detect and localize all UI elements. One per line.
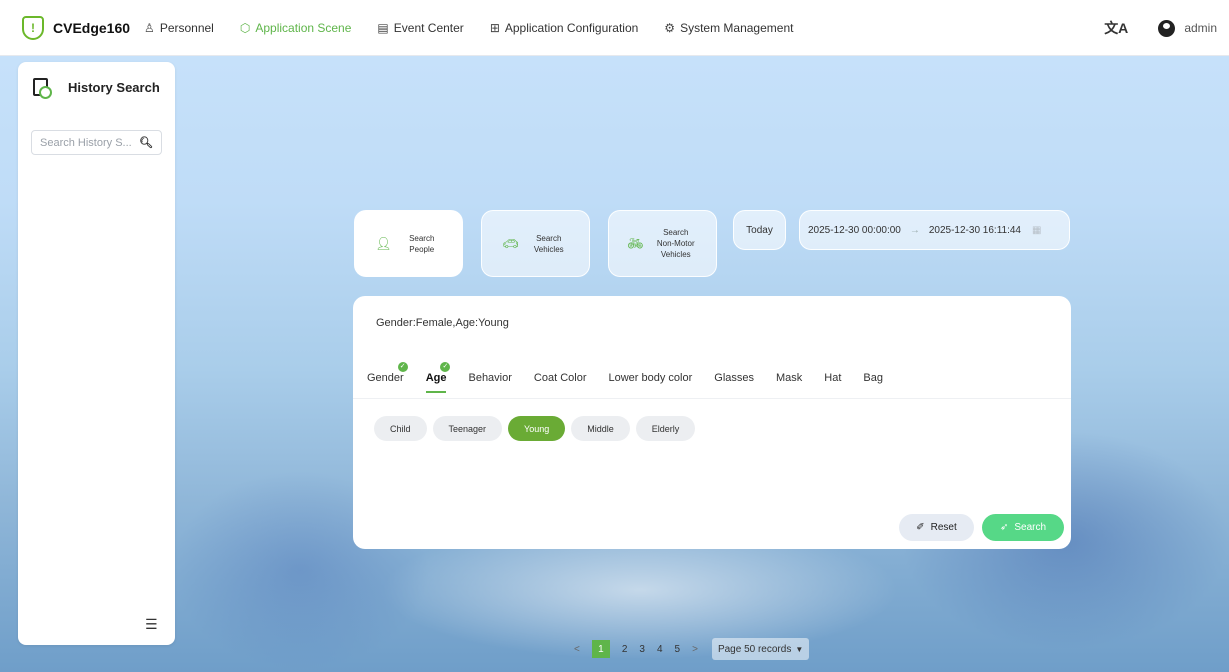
tab-age[interactable]: Age ✓ [425, 362, 451, 393]
divider [353, 398, 1071, 399]
page-size-label: Page 50 records [717, 643, 792, 655]
nav-application-scene[interactable]: ⬡ Application Scene [240, 21, 352, 35]
tab-label: Age [425, 372, 447, 384]
age-options: Child Teenager Young Middle Elderly [374, 416, 701, 441]
main-nav: ♙ Personnel ⬡ Application Scene ▤ Event … [144, 21, 819, 35]
nav-label: System Management [680, 20, 794, 35]
tab-label: Bag [863, 372, 883, 384]
history-search-box: 🔍︎ [31, 130, 162, 155]
shield-logo-icon: ! [22, 15, 44, 40]
search-people-card[interactable]: 👤︎ Search People [354, 210, 463, 277]
tab-label: Lower body color [608, 372, 693, 384]
tab-label: Glasses [714, 372, 755, 384]
page-button[interactable]: 2 [622, 644, 628, 655]
search-button[interactable]: ➶ Search [982, 514, 1064, 541]
nav-label: Application Configuration [504, 20, 639, 35]
search-icon[interactable]: 🔍︎ [139, 136, 153, 149]
tab-bag[interactable]: Bag [863, 372, 883, 393]
top-right-tools: 文A admin [1104, 0, 1217, 56]
history-search-input[interactable] [40, 136, 132, 149]
rocket-icon: ➶ [999, 522, 1009, 533]
search-type-label: Search Non-Motor Vehicles [656, 228, 695, 259]
person-icon: 👤︎ [375, 235, 392, 251]
next-page-button[interactable]: > [692, 644, 698, 655]
tab-hat[interactable]: Hat [824, 372, 841, 393]
reset-label: Reset [930, 522, 957, 533]
tab-label: Hat [824, 372, 842, 384]
page-size-select[interactable]: Page 50 records ▼ [711, 638, 810, 660]
event-icon: ▤ [377, 20, 389, 35]
user-name[interactable]: admin [1184, 21, 1217, 35]
grid-icon: ⊞ [489, 20, 500, 35]
reset-button[interactable]: ✐ Reset [899, 514, 974, 541]
page-button[interactable]: 5 [675, 644, 681, 655]
broom-icon: ✐ [916, 522, 925, 533]
tab-label: Mask [776, 372, 803, 384]
nav-label: Personnel [159, 20, 214, 35]
nav-personnel[interactable]: ♙ Personnel [144, 21, 214, 35]
start-datetime[interactable]: 2025-12-30 00:00:00 [808, 225, 901, 236]
age-option-young[interactable]: Young [508, 416, 566, 441]
attribute-tabs: Gender ✓ Age ✓ Behavior Coat Color Lower… [367, 362, 905, 393]
caret-down-icon: ▼ [795, 644, 804, 654]
nav-system-management[interactable]: ⚙ System Management [664, 21, 793, 35]
app-title: CVEdge160 [53, 19, 131, 36]
end-datetime[interactable]: 2025-12-30 16:11:44 [929, 225, 1021, 236]
person-icon: ♙ [144, 20, 155, 35]
tab-coat-color[interactable]: Coat Color [534, 372, 587, 393]
gear-icon: ⚙ [664, 20, 676, 35]
pagination: < 1 2 3 4 5 > Page 50 records ▼ [568, 638, 810, 660]
attribute-filter-panel: Gender:Female,Age:Young Gender ✓ Age ✓ B… [353, 296, 1071, 549]
nav-event-center[interactable]: ▤ Event Center [377, 21, 463, 35]
search-non-motor-vehicles-card[interactable]: 🚲︎ Search Non-Motor Vehicles [608, 210, 717, 277]
selected-filters-summary: Gender:Female,Age:Young [376, 317, 509, 329]
app-logo[interactable]: ! CVEdge160 [22, 15, 131, 40]
tab-label: Coat Color [533, 372, 587, 384]
nav-label: Event Center [393, 20, 464, 35]
calendar-icon[interactable]: ▦ [1032, 225, 1041, 236]
age-option-child[interactable]: Child [374, 416, 427, 441]
bicycle-icon: 🚲︎ [627, 235, 644, 251]
page-button-current[interactable]: 1 [591, 640, 610, 658]
user-avatar-icon[interactable] [1158, 19, 1176, 37]
age-option-elderly[interactable]: Elderly [635, 416, 696, 441]
tab-glasses[interactable]: Glasses [714, 372, 754, 393]
age-option-teenager[interactable]: Teenager [432, 416, 503, 441]
translate-icon[interactable]: 文A [1104, 18, 1128, 38]
top-navigation-bar: ! CVEdge160 ♙ Personnel ⬡ Application Sc… [0, 0, 1229, 56]
nav-label: Application Scene [255, 20, 352, 35]
range-arrow-icon: → [909, 224, 920, 236]
check-icon: ✓ [397, 362, 408, 372]
tab-gender[interactable]: Gender ✓ [367, 362, 408, 393]
tab-behavior[interactable]: Behavior [468, 372, 511, 393]
check-icon: ✓ [440, 362, 451, 372]
search-type-label: Search Vehicles [533, 233, 564, 254]
sidebar-header: History Search [18, 62, 175, 99]
nav-application-configuration[interactable]: ⊞ Application Configuration [490, 21, 638, 35]
today-button[interactable]: Today [733, 210, 786, 250]
scene-icon: ⬡ [239, 20, 251, 35]
sidebar-title: History Search [68, 79, 160, 95]
prev-page-button[interactable]: < [574, 644, 580, 655]
page-button[interactable]: 4 [657, 644, 663, 655]
tab-label: Gender [367, 372, 404, 384]
history-document-icon [33, 78, 52, 99]
date-range-picker[interactable]: 2025-12-30 00:00:00 → 2025-12-30 16:11:4… [799, 210, 1070, 250]
search-vehicles-card[interactable]: 🚗︎ Search Vehicles [481, 210, 590, 277]
tab-lower-body-color[interactable]: Lower body color [608, 372, 692, 393]
history-sidebar: History Search 🔍︎ ☰ [18, 62, 175, 645]
age-option-middle[interactable]: Middle [571, 416, 630, 441]
car-icon: 🚗︎ [502, 235, 519, 251]
tab-mask[interactable]: Mask [776, 372, 802, 393]
collapse-sidebar-icon[interactable]: ☰ [145, 616, 158, 633]
page-button[interactable]: 3 [639, 644, 645, 655]
search-type-label: Search People [409, 233, 435, 254]
search-label: Search [1014, 522, 1047, 533]
tab-label: Behavior [468, 372, 512, 384]
